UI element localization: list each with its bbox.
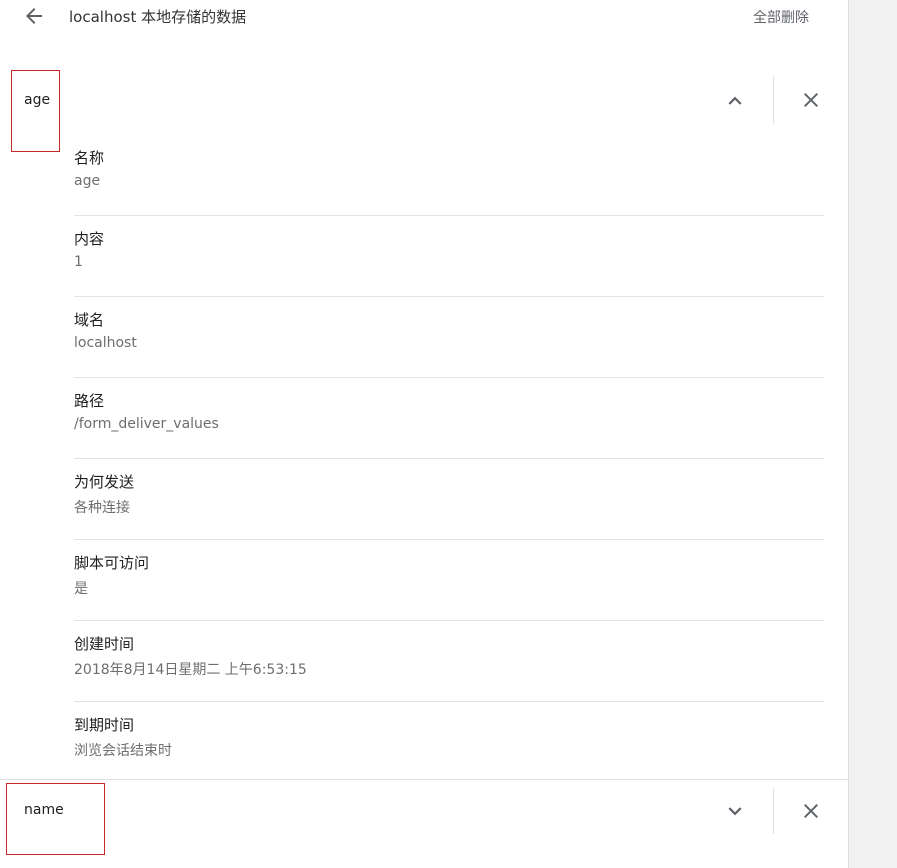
detail-field-expires: 到期时间 浏览会话结束时 — [74, 702, 824, 783]
row-divider — [773, 788, 774, 834]
field-value: 浏览会话结束时 — [74, 743, 172, 759]
field-label: 路径 — [74, 392, 105, 410]
field-value: age — [74, 173, 101, 189]
row-divider — [773, 76, 774, 124]
field-value: 各种连接 — [74, 500, 130, 516]
expand-button[interactable] — [722, 798, 748, 824]
back-button[interactable] — [22, 4, 46, 28]
chevron-up-icon — [728, 96, 742, 105]
detail-field-path: 路径 /form_deliver_values — [74, 378, 824, 459]
remove-cookie-button[interactable] — [799, 88, 823, 112]
field-value: 2018年8月14日星期二 上午6:53:15 — [74, 662, 307, 678]
field-label: 内容 — [74, 230, 105, 248]
detail-field-created: 创建时间 2018年8月14日星期二 上午6:53:15 — [74, 621, 824, 702]
detail-field-content: 内容 1 — [74, 216, 824, 297]
field-label: 到期时间 — [74, 716, 135, 734]
field-value: /form_deliver_values — [74, 416, 219, 432]
header: localhost 本地存储的数据 全部删除 — [0, 0, 848, 34]
remove-cookie-button[interactable] — [799, 799, 823, 823]
detail-field-script-access: 脚本可访问 是 — [74, 540, 824, 621]
collapse-button[interactable] — [722, 88, 748, 114]
page-title: localhost 本地存储的数据 — [69, 8, 247, 26]
remove-all-button[interactable]: 全部删除 — [753, 7, 809, 27]
field-label: 脚本可访问 — [74, 554, 150, 572]
cookie-details: 名称 age 内容 1 域名 localhost 路径 /form_delive… — [74, 135, 824, 783]
field-label: 为何发送 — [74, 473, 135, 491]
detail-field-name: 名称 age — [74, 135, 824, 216]
field-value: localhost — [74, 335, 137, 351]
field-value: 1 — [74, 254, 83, 270]
cookie-row-name[interactable]: name — [0, 786, 848, 834]
section-divider — [0, 779, 848, 780]
chevron-down-icon — [728, 807, 742, 816]
cookie-row-age[interactable]: age — [0, 76, 848, 124]
detail-field-send-for: 为何发送 各种连接 — [74, 459, 824, 540]
detail-field-domain: 域名 localhost — [74, 297, 824, 378]
field-label: 创建时间 — [74, 635, 135, 653]
highlight-box — [6, 783, 105, 855]
background-gutter — [848, 0, 897, 868]
close-icon — [804, 93, 818, 107]
field-label: 名称 — [74, 149, 105, 167]
close-icon — [804, 804, 818, 818]
field-label: 域名 — [74, 311, 105, 329]
highlight-box — [11, 70, 60, 152]
field-value: 是 — [74, 581, 88, 597]
cookie-detail-panel: localhost 本地存储的数据 全部删除 age 名称 age 内容 1 域… — [0, 0, 848, 868]
arrow-back-icon — [26, 8, 42, 24]
